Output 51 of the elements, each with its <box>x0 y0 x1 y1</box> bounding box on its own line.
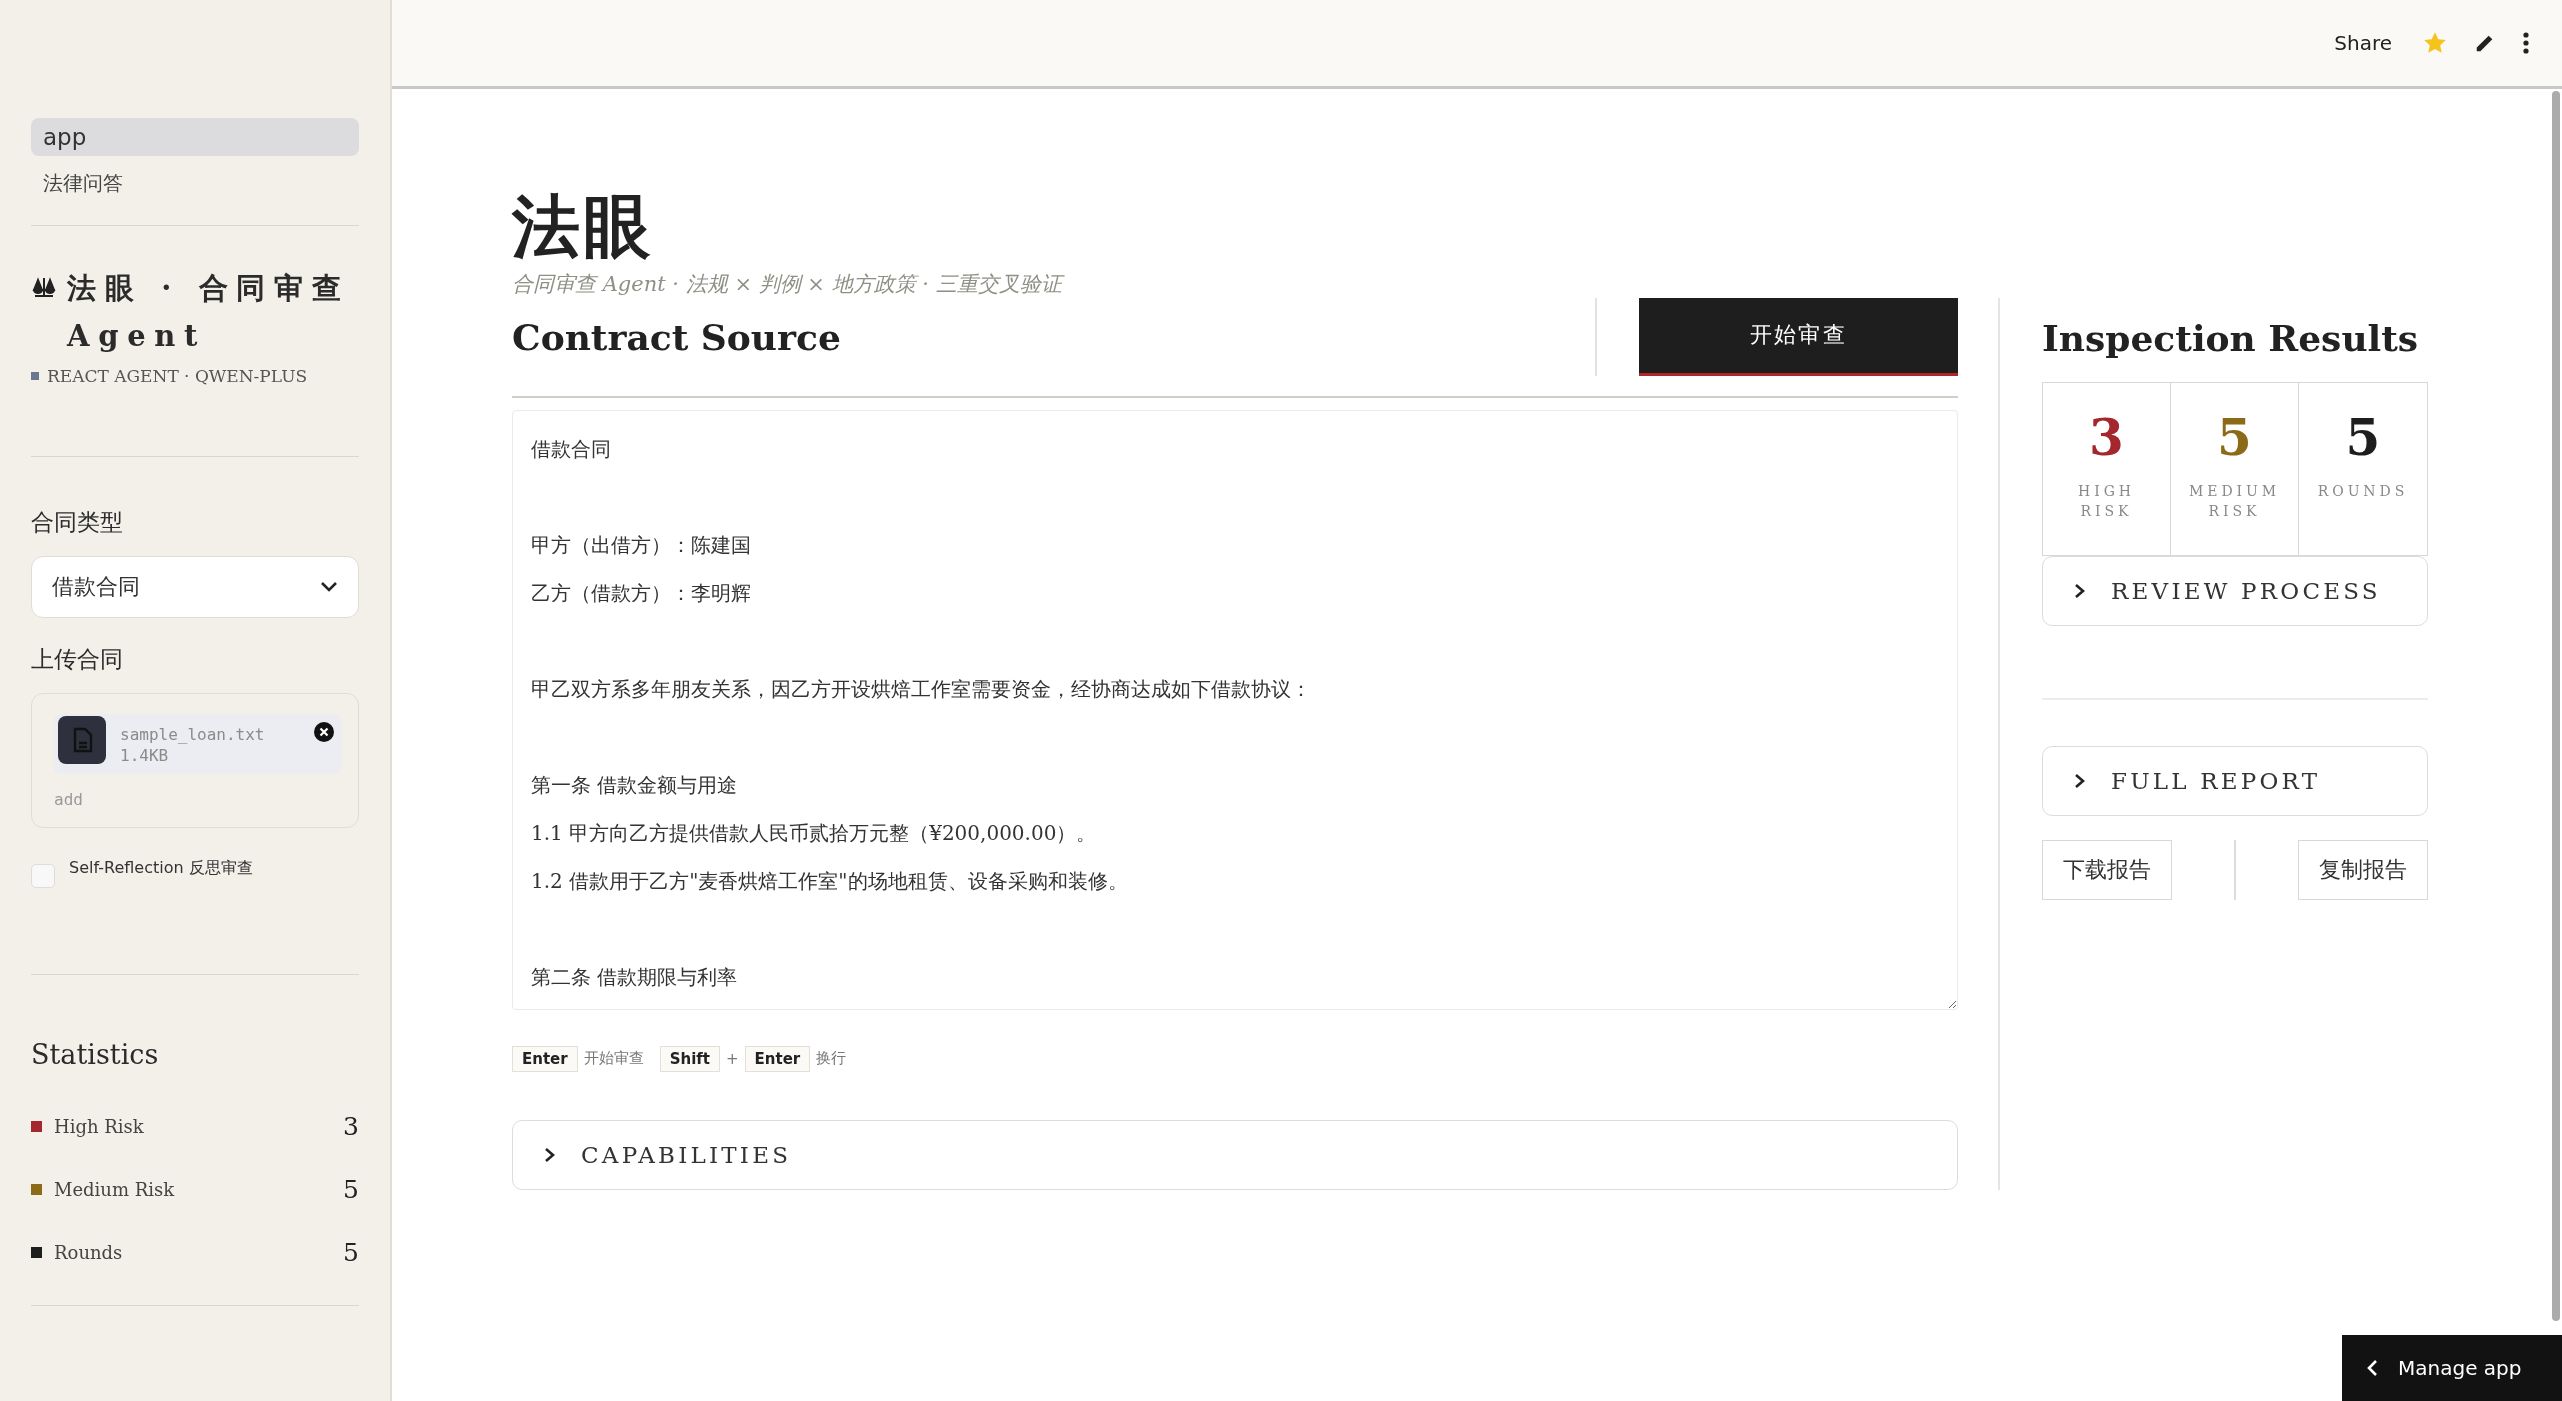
contract-textarea[interactable]: 借款合同 甲方（出借方）：陈建国 乙方（借款方）：李明辉 甲乙双方系多年朋友关系，因乙方开设烘焙工作室需要资金，经协商达成如下借款协议： 第一条 借款金额与用途 1.1 甲方向乙方提供借款人民币贰拾万元整（¥200,000.00）。 1.2 借款用于乙方"麦香烘焙工作室"的场地租赁、设备采购和装修。 第二条 借款期限与利率 <box>512 409 1958 1010</box>
capabilities-expander[interactable]: CAPABILITIES <box>512 1119 1958 1190</box>
key-cap: Enter <box>512 1045 578 1072</box>
stat-value: 5 <box>343 1175 359 1204</box>
stat-label: Medium Risk <box>54 1179 176 1200</box>
page-title: 法眼 <box>512 189 656 264</box>
metric-value: 3 <box>2089 412 2124 463</box>
review-process-expander[interactable]: REVIEW PROCESS <box>2042 555 2428 626</box>
stat-label: High Risk <box>54 1116 145 1137</box>
star-icon[interactable] <box>2422 30 2448 56</box>
metric-label: HIGH RISK <box>2077 481 2136 521</box>
remove-icon[interactable] <box>314 722 334 742</box>
share-button[interactable]: Share <box>2330 27 2396 59</box>
nav-item[interactable]: app <box>31 118 359 156</box>
key-cap: Enter <box>744 1045 811 1072</box>
field-label: 上传合同 <box>31 645 124 674</box>
checkbox-label: Self-Reflection 反思审查 <box>69 858 253 879</box>
section-title: Contract Source <box>512 314 842 360</box>
plus-sign: + <box>726 1049 739 1068</box>
metric-value: 5 <box>2217 412 2252 463</box>
report-button[interactable]: 下载报告 <box>2042 839 2172 900</box>
full-report-expander[interactable]: FULL REPORT <box>2042 745 2428 816</box>
stat-label: Rounds <box>54 1242 124 1263</box>
scrollbar[interactable] <box>2552 91 2560 1321</box>
stat-value: 5 <box>343 1238 359 1267</box>
section-title: Inspection Results <box>2042 315 2420 361</box>
file-name: sample_loan.txt <box>120 724 266 745</box>
report-button[interactable]: 复制报告 <box>2298 839 2428 900</box>
field-label: 合同类型 <box>31 508 124 537</box>
file-size: 1.4KB <box>120 745 170 766</box>
model-tag: REACT AGENT · QWEN-PLUS <box>47 366 308 386</box>
start-review-button[interactable]: 开始审查 <box>1639 297 1958 376</box>
nav-item[interactable]: 法律问答 <box>31 164 359 203</box>
stat-value: 3 <box>343 1112 359 1141</box>
checkbox[interactable] <box>31 864 55 888</box>
hotkey-hint: 换行 <box>816 1049 847 1069</box>
hotkey-hint: 开始审查 <box>583 1049 644 1069</box>
section-title: Statistics <box>31 1039 160 1070</box>
page-subtitle: 合同审查 Agent · 法规 × 判例 × 地方政策 · 三重交叉验证 <box>512 269 2552 298</box>
metric-label: ROUNDS <box>2317 481 2409 501</box>
metric-value: 5 <box>2345 412 2381 463</box>
contract-type-select[interactable]: 借款合同 <box>31 556 359 618</box>
key-cap: Shift <box>659 1045 720 1072</box>
more-icon[interactable] <box>2522 31 2530 55</box>
metric-label: MEDIUM RISK <box>2188 481 2281 521</box>
chevron-down-icon <box>320 581 338 593</box>
file-icon <box>58 716 106 764</box>
scales-icon <box>31 276 57 300</box>
manage-app-button[interactable]: Manage app <box>2342 1335 2562 1401</box>
app-title: 法眼 · 合同审查 Agent <box>67 270 351 355</box>
chevron-left-icon <box>2366 1359 2378 1377</box>
